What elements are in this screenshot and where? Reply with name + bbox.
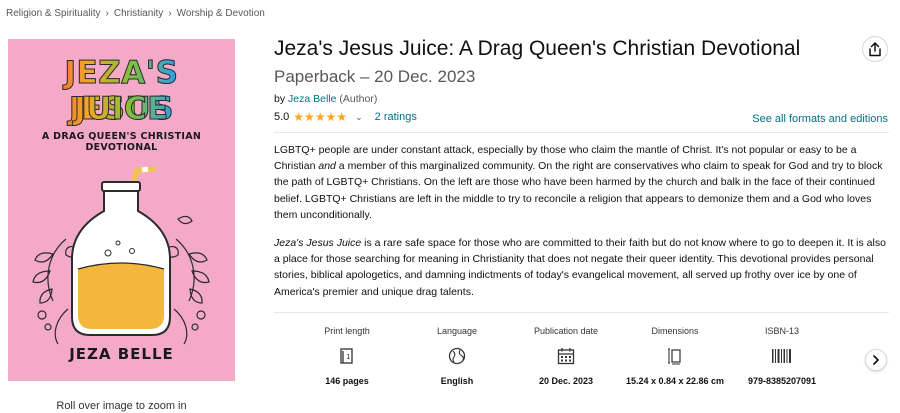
breadcrumb-separator: › — [168, 8, 172, 19]
globe-icon — [402, 342, 512, 370]
product-details-carousel: Print length 1 146 pages Language Englis… — [274, 312, 889, 412]
book-cover-image[interactable]: JEZA'S JESUS JUICE A DRAG QUEEN'S CHRIST… — [8, 39, 235, 381]
chevron-right-icon — [873, 355, 879, 365]
breadcrumb-item-worship[interactable]: Worship & Devotion — [177, 8, 265, 19]
description-paragraph-1: LGBTQ+ people are under constant attack,… — [274, 142, 890, 223]
share-icon — [869, 41, 881, 56]
detail-label: Language — [436, 326, 478, 336]
breadcrumb-item-religion[interactable]: Religion & Spirituality — [6, 8, 101, 19]
divider — [274, 132, 889, 133]
author-link[interactable]: Jeza Belle — [288, 93, 336, 105]
see-all-formats-link[interactable]: See all formats and editions — [752, 113, 888, 125]
detail-value: 15.24 x 0.84 x 22.86 cm — [625, 376, 725, 386]
detail-label: Dimensions — [651, 326, 699, 336]
cover-title-line2: JUICE — [8, 91, 235, 128]
svg-text:1: 1 — [346, 353, 350, 361]
byline-prefix: by — [274, 93, 286, 105]
detail-value: 979-8385207091 — [747, 376, 817, 386]
author-role: (Author) — [339, 93, 378, 105]
rating-row: 5.0 ★★★★★ ⌄ 2 ratings — [274, 110, 417, 124]
ruler-book-icon — [620, 342, 730, 370]
calendar-icon — [511, 342, 621, 370]
detail-label: Publication date — [533, 326, 599, 336]
rating-value: 5.0 — [274, 111, 290, 123]
breadcrumb-item-christianity[interactable]: Christianity — [114, 8, 163, 19]
chevron-down-icon[interactable]: ⌄ — [355, 112, 363, 123]
detail-isbn: ISBN-13 979-8385207091 — [727, 326, 837, 387]
detail-value: 20 Dec. 2023 — [538, 376, 594, 386]
carousel-next-button[interactable] — [865, 349, 887, 371]
detail-language: Language English — [402, 326, 512, 387]
share-button[interactable] — [862, 36, 888, 62]
breadcrumb-separator: › — [105, 8, 109, 19]
detail-value: 146 pages — [325, 376, 369, 386]
description-text: is a rare safe space for those who are c… — [274, 237, 886, 298]
detail-label: Print length — [324, 326, 370, 336]
barcode-icon — [727, 342, 837, 370]
description-emphasis: Jeza's Jesus Juice — [274, 237, 362, 249]
ratings-count-link[interactable]: 2 ratings — [375, 111, 417, 123]
detail-dimensions: Dimensions 15.24 x 0.84 x 22.86 cm — [620, 326, 730, 387]
cover-author: JEZA BELLE — [69, 345, 174, 363]
cover-subtitle: A DRAG QUEEN'S CHRISTIAN DEVOTIONAL — [41, 131, 202, 153]
detail-value: English — [440, 376, 474, 386]
description-text: a member of this marginalized community.… — [274, 160, 883, 221]
format-and-date: Paperback – 20 Dec. 2023 — [274, 67, 476, 86]
book-pages-icon: 1 — [292, 342, 402, 370]
product-title: Jeza's Jesus Juice: A Drag Queen's Chris… — [274, 37, 801, 60]
description-paragraph-2: Jeza's Jesus Juice is a rare safe space … — [274, 235, 890, 300]
breadcrumb: Religion & Spirituality › Christianity ›… — [6, 8, 265, 19]
byline: by Jeza Belle (Author) — [274, 93, 377, 105]
detail-label: ISBN-13 — [764, 326, 799, 336]
description-emphasis: and — [318, 160, 336, 173]
zoom-hint: Roll over image to zoom in — [56, 400, 187, 412]
star-rating-icon[interactable]: ★★★★★ — [293, 110, 347, 124]
detail-print-length: Print length 1 146 pages — [292, 326, 402, 387]
detail-publication-date: Publication date 20 Dec. 2023 — [511, 326, 621, 387]
